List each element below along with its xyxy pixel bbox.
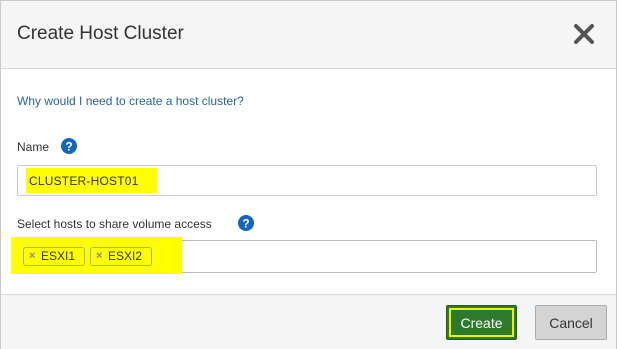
cancel-button[interactable]: Cancel [535,305,607,340]
dialog-header: Create Host Cluster [1,1,616,69]
question-circle-icon[interactable]: ? [61,138,77,154]
remove-x-icon[interactable]: × [96,248,102,265]
name-label: Name [17,140,50,154]
why-host-cluster-link[interactable]: Why would I need to create a host cluste… [17,94,244,108]
name-input-value: CLUSTER-HOST01 [29,174,139,188]
create-host-cluster-dialog: Create Host Cluster Why would I need to … [0,0,617,349]
close-icon[interactable] [572,19,596,47]
hosts-label: Select hosts to share volume access [17,217,212,231]
host-tag: × ESXI2 [90,247,152,266]
dialog-title: Create Host Cluster [17,23,184,44]
cancel-button-label: Cancel [549,314,593,331]
host-tag-label: ESXI2 [108,249,143,263]
create-button[interactable]: Create [446,305,517,340]
svg-text:?: ? [65,140,72,154]
host-tag-label: ESXI1 [41,249,76,263]
question-circle-icon[interactable]: ? [238,215,254,231]
remove-x-icon[interactable]: × [29,248,35,265]
svg-text:?: ? [242,217,249,231]
dialog-footer: Create Cancel [1,294,616,349]
create-button-label: Create [460,314,503,331]
host-tag: × ESXI1 [23,247,85,266]
